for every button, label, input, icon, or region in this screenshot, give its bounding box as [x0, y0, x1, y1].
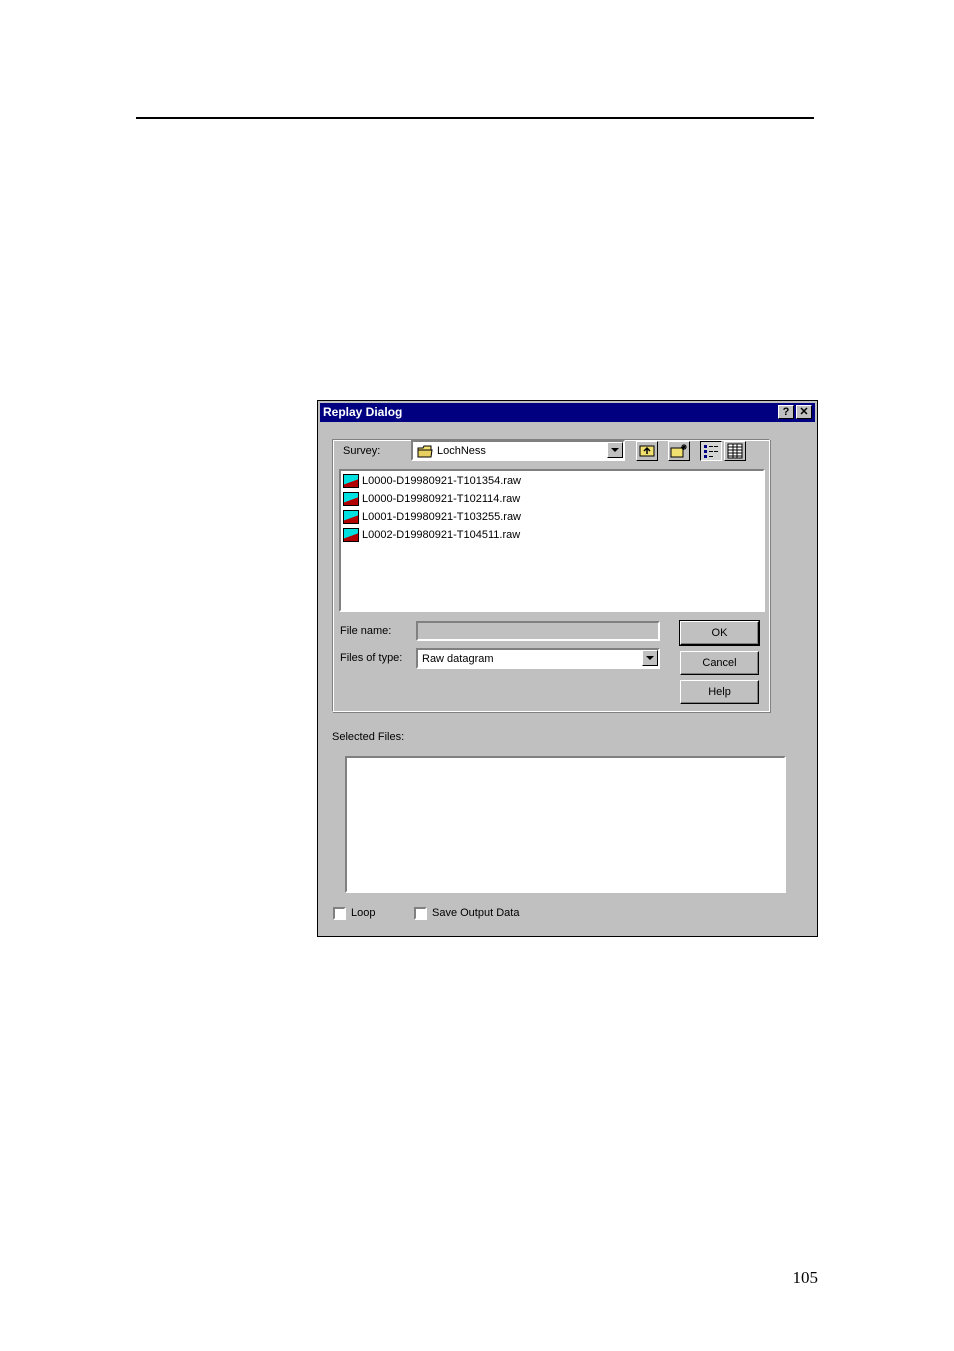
chevron-down-icon[interactable] [642, 650, 658, 666]
selected-files-label: Selected Files: [332, 731, 405, 743]
title-bar: Replay Dialog ? ✕ [320, 403, 815, 422]
file-list-item[interactable]: L0000-D19980921-T101354.raw [343, 472, 521, 489]
files-of-type-value: Raw datagram [422, 653, 494, 665]
list-view-icon [704, 445, 718, 458]
raw-file-icon [343, 473, 359, 488]
selected-files-list[interactable] [345, 756, 786, 893]
survey-combo[interactable]: LochNess [411, 440, 625, 461]
close-button[interactable]: ✕ [796, 405, 812, 419]
help-button[interactable]: Help [680, 680, 759, 704]
files-of-type-label: Files of type: [340, 652, 403, 664]
file-list-item[interactable]: L0001-D19980921-T103255.raw [343, 508, 521, 525]
cancel-button[interactable]: Cancel [680, 651, 759, 675]
file-list-item[interactable]: L0002-D19980921-T104511.raw [343, 526, 520, 543]
folder-icon [417, 445, 433, 458]
replay-dialog: Replay Dialog ? ✕ Survey: LochNess L0000… [317, 400, 818, 937]
file-name-label: File name: [340, 625, 392, 637]
up-folder-icon [639, 445, 655, 457]
up-folder-button[interactable] [636, 441, 658, 461]
file-list-item[interactable]: L0000-D19980921-T102114.raw [343, 490, 520, 507]
chevron-down-icon[interactable] [607, 442, 623, 458]
file-name-text: L0002-D19980921-T104511.raw [362, 528, 521, 541]
file-name-text: L0001-D19980921-T103255.raw [362, 510, 522, 523]
file-name-text: L0000-D19980921-T101354.raw [362, 474, 522, 487]
page-rule [136, 117, 814, 119]
survey-value: LochNess [437, 445, 486, 457]
page-number: 105 [792, 1268, 819, 1287]
file-name-field[interactable] [416, 621, 660, 641]
loop-label: Loop [351, 907, 376, 919]
raw-file-icon [343, 527, 359, 542]
dialog-title: Replay Dialog [323, 405, 403, 419]
file-name-text: L0000-D19980921-T102114.raw [362, 492, 521, 505]
files-of-type-select[interactable]: Raw datagram [416, 648, 660, 669]
details-view-button[interactable] [724, 441, 746, 461]
save-output-label: Save Output Data [432, 907, 520, 919]
help-title-button[interactable]: ? [778, 405, 794, 419]
raw-file-icon [343, 491, 359, 506]
list-view-button[interactable] [700, 441, 722, 461]
raw-file-icon [343, 509, 359, 524]
survey-label: Survey: [343, 445, 381, 457]
new-folder-icon [670, 444, 687, 458]
save-output-checkbox[interactable] [414, 907, 427, 920]
details-view-icon [727, 443, 743, 459]
file-list[interactable]: L0000-D19980921-T101354.raw L0000-D19980… [339, 469, 765, 612]
loop-checkbox[interactable] [333, 907, 346, 920]
ok-button[interactable]: OK [679, 620, 760, 646]
new-folder-button[interactable] [668, 441, 690, 461]
